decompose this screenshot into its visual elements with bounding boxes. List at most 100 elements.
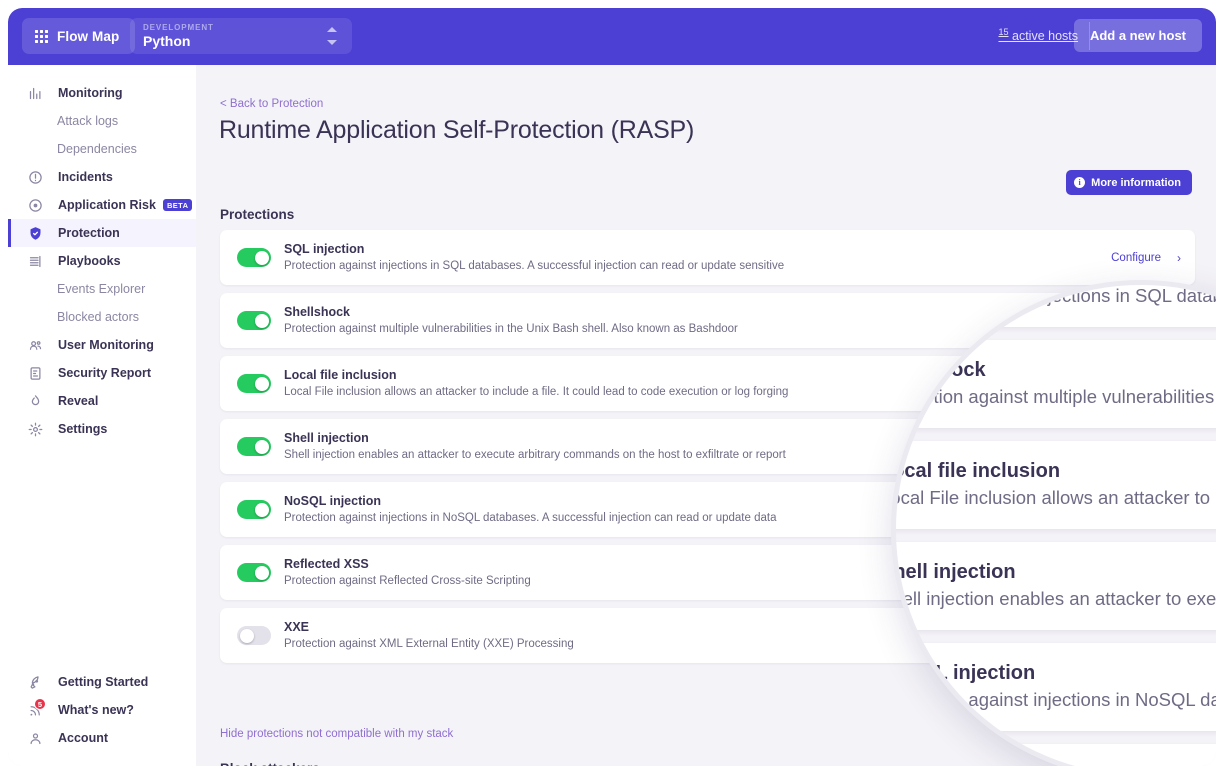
active-hosts-link[interactable]: 15 active hosts xyxy=(999,27,1079,43)
sidebar-bottom-item-what-s-new[interactable]: 5 What's new? xyxy=(8,696,196,724)
list-icon xyxy=(28,252,50,270)
users-icon xyxy=(28,336,50,354)
sidebar-item-label: Incidents xyxy=(58,170,113,184)
sidebar-item-application-risk[interactable]: Application Risk BETA xyxy=(8,191,196,219)
more-information-label: More information xyxy=(1091,177,1181,189)
top-bar: Flow Map DEVELOPMENT Python 15 active ho… xyxy=(8,8,1216,65)
chevron-right-icon: › xyxy=(1177,251,1181,265)
protection-description: Protection against injections in NoSQL d… xyxy=(891,687,1216,714)
sidebar-bottom-item-getting-started[interactable]: Getting Started xyxy=(8,668,196,696)
protection-title: Shell injection xyxy=(891,559,1216,586)
sidebar-item-playbooks[interactable]: Playbooks xyxy=(8,247,196,275)
protection-text: NoSQL injectionProtection against inject… xyxy=(891,660,1216,714)
gear-icon xyxy=(28,420,50,438)
protection-toggle[interactable] xyxy=(237,311,271,330)
sidebar-item-events-explorer[interactable]: Events Explorer xyxy=(8,275,196,303)
protection-description: Protection against injections in SQL dat… xyxy=(284,258,1111,275)
target-icon xyxy=(28,196,50,214)
sidebar-item-label: Blocked actors xyxy=(57,310,139,324)
protection-title: Shellshock xyxy=(891,357,1216,384)
chart-icon xyxy=(28,84,50,102)
protections-section-label: Protections xyxy=(220,207,294,222)
protection-row[interactable]: SQL injectionProtection against injectio… xyxy=(220,230,1195,285)
protection-row[interactable]: NoSQL injectionProtection against inject… xyxy=(891,643,1216,731)
alert-icon xyxy=(28,168,50,186)
sidebar-item-attack-logs[interactable]: Attack logs xyxy=(8,107,196,135)
sidebar-item-dependencies[interactable]: Dependencies xyxy=(8,135,196,163)
sidebar-item-label: Application Risk xyxy=(58,198,156,212)
protection-text: Local file inclusionLocal File inclusion… xyxy=(891,458,1216,512)
protection-toggle[interactable] xyxy=(237,626,271,645)
protection-description: Local File inclusion allows an attacker … xyxy=(891,485,1216,512)
toggle-knob xyxy=(255,503,269,517)
more-information-button[interactable]: i More information xyxy=(1066,170,1192,195)
toggle-knob xyxy=(240,629,254,643)
protection-toggle[interactable] xyxy=(237,248,271,267)
toggle-knob xyxy=(255,314,269,328)
list-icon xyxy=(28,254,43,269)
configure-label: Configure xyxy=(1111,252,1161,264)
sidebar-item-label: Settings xyxy=(58,422,107,436)
sidebar-bottom-item-label: What's new? xyxy=(58,703,134,717)
sidebar-item-user-monitoring[interactable]: User Monitoring xyxy=(8,331,196,359)
sidebar-item-monitoring[interactable]: Monitoring xyxy=(8,79,196,107)
protection-description: Shell injection enables an attacker to e… xyxy=(891,586,1216,613)
protection-toggle[interactable] xyxy=(237,437,271,456)
shield-icon xyxy=(28,224,50,242)
sidebar-item-settings[interactable]: Settings xyxy=(8,415,196,443)
protection-toggle[interactable] xyxy=(237,500,271,519)
flame-icon xyxy=(28,392,50,410)
protection-title: NoSQL injection xyxy=(891,660,1216,687)
protection-title: SQL injection xyxy=(284,241,1111,258)
report-icon xyxy=(28,366,43,381)
toggle-knob xyxy=(255,440,269,454)
block-attackers-section-label: Block attackers xyxy=(220,761,320,766)
back-to-protection-link[interactable]: < Back to Protection xyxy=(220,98,323,110)
sidebar-item-reveal[interactable]: Reveal xyxy=(8,387,196,415)
protection-row[interactable]: Local file inclusionLocal File inclusion… xyxy=(891,441,1216,529)
active-hosts-count: 15 xyxy=(999,27,1009,37)
sidebar-item-blocked-actors[interactable]: Blocked actors xyxy=(8,303,196,331)
sidebar-item-security-report[interactable]: Security Report xyxy=(8,359,196,387)
sidebar: Monitoring Attack logs Dependencies Inciden… xyxy=(8,65,196,766)
environment-value: Python xyxy=(143,33,190,49)
main-content: < Back to Protection Runtime Application… xyxy=(196,65,1216,766)
whats-new-badge: 5 xyxy=(34,698,46,710)
flow-map-button[interactable]: Flow Map xyxy=(22,18,135,54)
page-title: Runtime Application Self-Protection (RAS… xyxy=(219,116,694,145)
chart-icon xyxy=(28,86,43,101)
sidebar-item-label: Events Explorer xyxy=(57,282,145,296)
protection-text: SQL injectionProtection against injectio… xyxy=(284,241,1111,275)
sidebar-bottom-item-account[interactable]: Account xyxy=(8,724,196,752)
sidebar-bottom-list: Getting Started 5 What's new? Account xyxy=(8,668,196,752)
protection-toggle[interactable] xyxy=(237,563,271,582)
environment-selector[interactable]: DEVELOPMENT Python xyxy=(130,18,352,54)
shield-icon xyxy=(28,226,43,241)
beta-badge: BETA xyxy=(163,199,192,211)
configure-link[interactable]: Configure › xyxy=(1111,251,1181,265)
hide-incompatible-protections-link[interactable]: Hide protections not compatible with my … xyxy=(220,728,453,740)
protection-title: Local file inclusion xyxy=(891,458,1216,485)
protection-row[interactable]: ShellshockProtection against multiple vu… xyxy=(891,340,1216,428)
add-new-host-button[interactable]: Add a new host xyxy=(1074,19,1202,52)
sidebar-nav-list: Monitoring Attack logs Dependencies Inciden… xyxy=(8,79,196,443)
protection-title: Reflected XSS xyxy=(891,761,1216,766)
protection-toggle[interactable] xyxy=(237,374,271,393)
report-icon xyxy=(28,364,50,382)
protection-row[interactable]: Shell injectionShell injection enables a… xyxy=(891,542,1216,630)
environment-kicker: DEVELOPMENT xyxy=(143,23,214,32)
flame-icon xyxy=(28,394,43,409)
sidebar-item-label: Monitoring xyxy=(58,86,123,100)
users-icon xyxy=(28,338,43,353)
rocket-icon xyxy=(28,675,43,690)
sidebar-item-label: Attack logs xyxy=(57,114,118,128)
sidebar-item-incidents[interactable]: Incidents xyxy=(8,163,196,191)
protection-description: Protection against injections in SQL dat… xyxy=(891,283,1216,310)
app-window: Flow Map DEVELOPMENT Python 15 active ho… xyxy=(8,8,1216,766)
protection-text: ShellshockProtection against multiple vu… xyxy=(891,357,1216,411)
rocket-icon xyxy=(28,673,50,691)
sidebar-item-protection[interactable]: Protection xyxy=(8,219,196,247)
protection-row[interactable]: Reflected XSSProtection against Reflecte… xyxy=(891,744,1216,766)
protection-row[interactable]: SQL injectionProtection against injectio… xyxy=(891,280,1216,327)
person-icon xyxy=(28,731,43,746)
